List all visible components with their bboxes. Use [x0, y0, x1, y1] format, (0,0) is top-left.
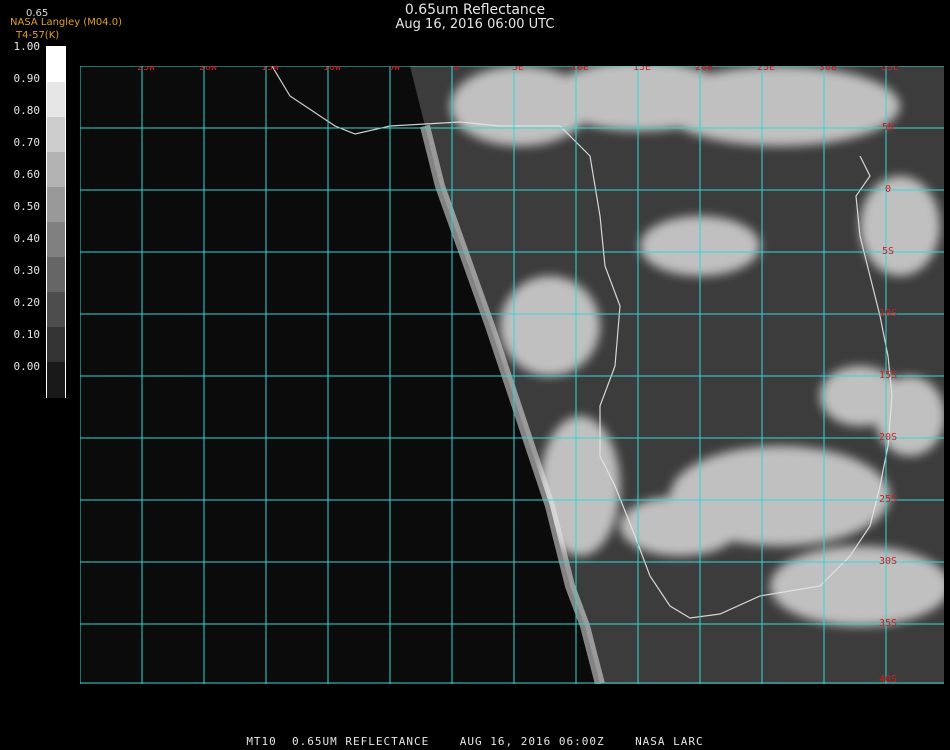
colorbar-label: 0.80 — [13, 104, 41, 117]
credit: NASA Langley (M04.0) — [10, 17, 122, 28]
colorbar-label: 0.60 — [13, 168, 41, 181]
longitude-label: 20E — [695, 66, 713, 73]
title: 0.65um Reflectance — [404, 2, 546, 18]
latitude-label: 5N — [882, 122, 894, 133]
colorbar-label: 0.10 — [13, 328, 41, 341]
longitude-label: 5W — [388, 66, 401, 73]
longitude-label: 5E — [512, 66, 524, 73]
colorbar — [46, 46, 66, 398]
colorbar-label: 0.40 — [13, 232, 41, 245]
colorbar-label: 0.00 — [13, 360, 41, 373]
colorbar-label: 0.50 — [13, 200, 41, 213]
latitude-label: 0 — [885, 184, 891, 195]
satellite-map: 25W 20W 15W 10W 5W 0 5E 10E 15E 20E 25E 30E 35E 5N 0 5… — [80, 66, 944, 684]
colorbar-segment — [47, 152, 65, 188]
colorbar-segment — [47, 47, 65, 83]
longitude-label: 15W — [261, 66, 280, 73]
colorbar-segment — [47, 117, 65, 153]
colorbar-segment — [47, 292, 65, 328]
longitude-label: 10W — [323, 66, 342, 73]
latitude-label: 15S — [879, 370, 897, 381]
latitude-label: 20S — [879, 432, 897, 443]
latitude-label: 40S — [879, 674, 897, 684]
datetime: Aug 16, 2016 06:00 UTC — [395, 17, 555, 32]
longitude-label: 15E — [633, 66, 651, 73]
footer-caption: MT10 0.65UM REFLECTANCE AUG 16, 2016 06:… — [246, 735, 704, 748]
longitude-label: 35E — [881, 66, 899, 73]
colorbar-label: 0.20 — [13, 296, 41, 309]
latitude-label: 35S — [879, 618, 897, 629]
colorbar-segment — [47, 362, 65, 398]
longitude-label: 20W — [199, 66, 218, 73]
colorbar-segment — [47, 257, 65, 293]
longitude-label: 10E — [571, 66, 589, 73]
latitude-label: 30S — [879, 556, 897, 567]
longitude-label: 25W — [137, 66, 156, 73]
colorbar-segment — [47, 82, 65, 118]
colorbar-segment — [47, 187, 65, 223]
longitude-label: 30E — [819, 66, 837, 73]
latitude-label: 10S — [879, 308, 897, 319]
colorbar-label: 0.90 — [13, 72, 41, 85]
colorbar-segment — [47, 327, 65, 363]
latitude-label: 5S — [882, 246, 894, 257]
longitude-label: 25E — [757, 66, 775, 73]
colorbar-label: 0.30 — [13, 264, 41, 277]
colorbar-segment — [47, 222, 65, 258]
colorbar-label: 1.00 — [13, 40, 41, 53]
longitude-label: 0 — [453, 66, 459, 73]
latitude-label: 25S — [879, 494, 897, 505]
colorbar-label: 0.70 — [13, 136, 41, 149]
